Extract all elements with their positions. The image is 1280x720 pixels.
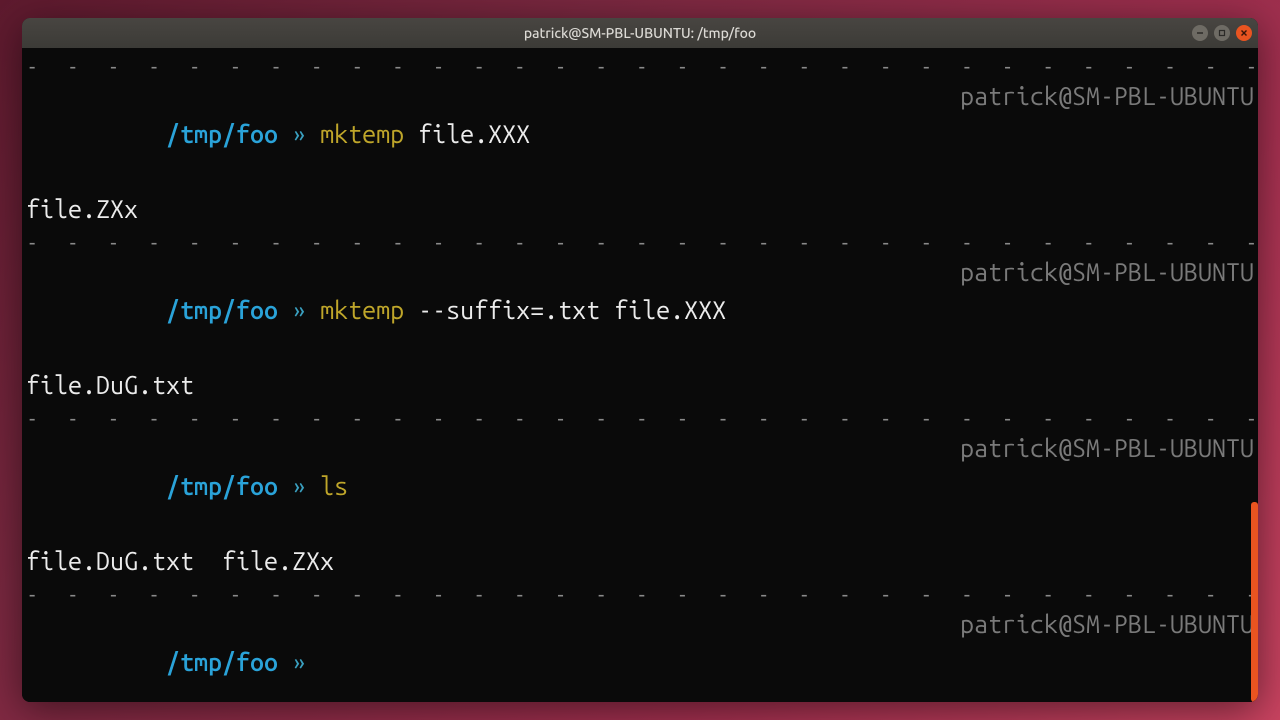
command-output: file.ZXx [26,191,1254,229]
host-label: patrick@SM-PBL-UBUNTU [960,78,1254,116]
prompt-line: /tmp/foo » mktemp file.XXX patrick@SM-PB… [26,78,1254,191]
scrollbar[interactable] [1251,502,1258,702]
cwd: /tmp/foo [166,472,278,500]
cwd: /tmp/foo [166,296,278,324]
maximize-button[interactable] [1214,25,1230,41]
command-output: file.DuG.txt [26,367,1254,405]
terminal-window: patrick@SM-PBL-UBUNTU: /tmp/foo - - - - … [22,18,1258,702]
window-controls [1192,25,1252,41]
close-button[interactable] [1236,25,1252,41]
host-label: patrick@SM-PBL-UBUNTU [960,430,1254,468]
prompt-symbol: » [292,296,306,324]
divider: - - - - - - - - - - - - - - - - - - - - … [26,230,1254,254]
command-output: file.DuG.txt file.ZXx [26,543,1254,581]
command-block: /tmp/foo » mktemp file.XXX patrick@SM-PB… [26,78,1254,228]
terminal-body[interactable]: - - - - - - - - - - - - - - - - - - - - … [22,48,1258,702]
prompt-symbol: » [292,472,306,500]
cwd: /tmp/foo [166,120,278,148]
minimize-button[interactable] [1192,25,1208,41]
command: mktemp [320,296,404,324]
prompt-symbol: » [292,120,306,148]
prompt-line: /tmp/foo » ls patrick@SM-PBL-UBUNTU [26,430,1254,543]
titlebar[interactable]: patrick@SM-PBL-UBUNTU: /tmp/foo [22,18,1258,48]
host-label: patrick@SM-PBL-UBUNTU [960,254,1254,292]
command-block: /tmp/foo » patrick@SM-PBL-UBUNTU [26,606,1254,702]
divider: - - - - - - - - - - - - - - - - - - - - … [26,54,1254,78]
command-args: file.XXX [418,120,530,148]
divider: - - - - - - - - - - - - - - - - - - - - … [26,582,1254,606]
command-block: /tmp/foo » ls patrick@SM-PBL-UBUNTU file… [26,430,1254,580]
command-args: --suffix=.txt file.XXX [418,296,726,324]
command: mktemp [320,120,404,148]
window-title: patrick@SM-PBL-UBUNTU: /tmp/foo [524,25,756,41]
host-label: patrick@SM-PBL-UBUNTU [960,606,1254,644]
divider: - - - - - - - - - - - - - - - - - - - - … [26,406,1254,430]
command-block: /tmp/foo » mktemp --suffix=.txt file.XXX… [26,254,1254,404]
cwd: /tmp/foo [166,648,278,676]
prompt-symbol: » [292,648,306,676]
prompt-line: /tmp/foo » mktemp --suffix=.txt file.XXX… [26,254,1254,367]
prompt-line: /tmp/foo » patrick@SM-PBL-UBUNTU [26,606,1254,702]
command: ls [320,472,348,500]
